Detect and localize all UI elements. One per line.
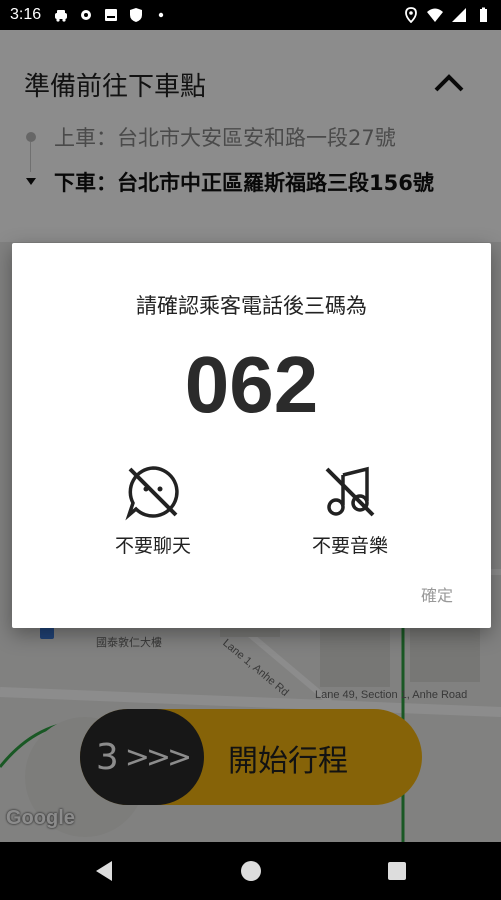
no-music-icon <box>325 466 375 517</box>
pref-no-music: 不要音樂 <box>275 463 425 558</box>
dialog-title: 請確認乘客電話後三碼為 <box>136 294 367 318</box>
signal-icon <box>452 8 466 22</box>
location-icon <box>405 7 417 23</box>
no-chat-icon <box>125 466 179 521</box>
back-icon[interactable] <box>96 861 112 881</box>
wifi-icon <box>427 8 443 22</box>
pref-no-chat: 不要聊天 <box>78 463 228 558</box>
battery-icon <box>480 7 487 22</box>
recents-icon[interactable] <box>388 862 406 880</box>
confirm-button[interactable]: 確定 <box>421 582 453 606</box>
car-icon <box>55 10 68 22</box>
phone-confirm-dialog: 請確認乘客電話後三碼為 062 不要聊天 不要音樂 確定 <box>12 243 491 628</box>
home-icon[interactable] <box>241 861 261 881</box>
status-bar: 3:16 <box>0 0 501 30</box>
no-chat-label: 不要聊天 <box>114 535 191 557</box>
dot-icon <box>158 12 164 18</box>
shield-icon <box>130 8 143 22</box>
nav-bar <box>0 842 501 900</box>
phone-last-digits: 062 <box>184 340 319 429</box>
gear-icon <box>81 10 92 20</box>
id-card-icon <box>105 9 118 21</box>
no-music-label: 不要音樂 <box>311 535 388 557</box>
status-time: 3:16 <box>10 6 42 23</box>
